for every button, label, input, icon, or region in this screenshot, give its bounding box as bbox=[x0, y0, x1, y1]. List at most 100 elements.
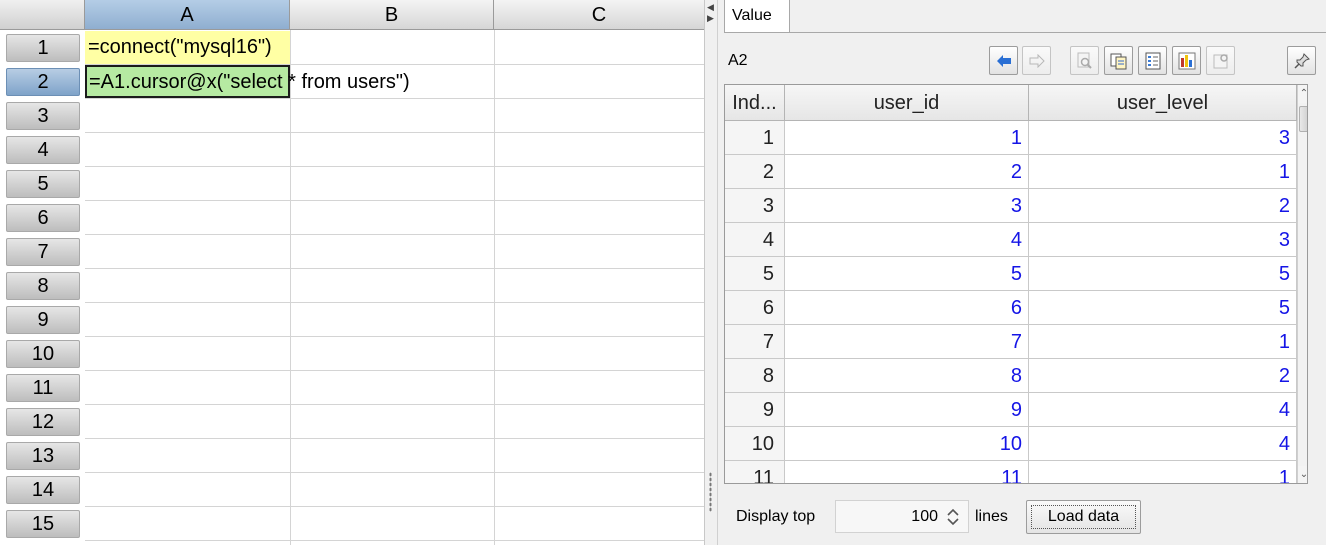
user-level-value[interactable]: 4 bbox=[1029, 427, 1297, 461]
value-panel: Value A2 Ind... user_id user_level 11322… bbox=[718, 0, 1326, 545]
row-number: 10 bbox=[6, 340, 80, 368]
row-header-7[interactable]: 7 bbox=[0, 235, 85, 269]
row-index[interactable]: 1 bbox=[725, 121, 785, 155]
user-level-value[interactable]: 3 bbox=[1029, 223, 1297, 257]
row-number: 14 bbox=[6, 476, 80, 504]
forward-button[interactable] bbox=[1022, 46, 1051, 75]
vertical-scrollbar[interactable]: ⌃ ⌄ bbox=[1297, 85, 1307, 483]
row-header-6[interactable]: 6 bbox=[0, 201, 85, 235]
scroll-down-icon[interactable]: ⌄ bbox=[1298, 466, 1307, 483]
row-header-8[interactable]: 8 bbox=[0, 269, 85, 303]
row-number: 11 bbox=[6, 374, 80, 402]
row-header-9[interactable]: 9 bbox=[0, 303, 85, 337]
collapse-left-icon[interactable]: ◀ bbox=[707, 3, 714, 12]
row-index[interactable]: 3 bbox=[725, 189, 785, 223]
current-cell-name: A2 bbox=[728, 52, 748, 69]
user-level-value[interactable]: 3 bbox=[1029, 121, 1297, 155]
row-gridline bbox=[85, 506, 704, 507]
user-id-value[interactable]: 1 bbox=[785, 121, 1029, 155]
user-id-value[interactable]: 8 bbox=[785, 359, 1029, 393]
row-number: 9 bbox=[6, 306, 80, 334]
row-index[interactable]: 11 bbox=[725, 461, 785, 483]
cell-c1[interactable] bbox=[494, 31, 704, 64]
cell-a2-selected[interactable]: =A1.cursor@x("select * from users") bbox=[85, 65, 410, 98]
spinner-arrows-icon[interactable] bbox=[944, 507, 962, 527]
user-level-value[interactable]: 4 bbox=[1029, 393, 1297, 427]
row-number: 12 bbox=[6, 408, 80, 436]
scroll-thumb[interactable] bbox=[1299, 106, 1307, 132]
bar-chart-icon bbox=[1178, 52, 1195, 69]
settings-icon bbox=[1213, 53, 1228, 68]
display-top-spinner[interactable]: 100 bbox=[835, 500, 969, 533]
row-number: 2 bbox=[6, 68, 80, 96]
row-header-5[interactable]: 5 bbox=[0, 167, 85, 201]
row-header-12[interactable]: 12 bbox=[0, 405, 85, 439]
row-index[interactable]: 9 bbox=[725, 393, 785, 427]
row-gridline bbox=[85, 234, 704, 235]
collapse-right-icon[interactable]: ▶ bbox=[707, 14, 714, 23]
column-header-user-level[interactable]: user_level bbox=[1029, 85, 1297, 121]
user-level-value[interactable]: 1 bbox=[1029, 155, 1297, 189]
cell-b1[interactable] bbox=[290, 31, 494, 64]
row-gridline bbox=[85, 540, 704, 541]
find-button[interactable] bbox=[1070, 46, 1099, 75]
user-level-value[interactable]: 2 bbox=[1029, 189, 1297, 223]
row-header-2[interactable]: 2 bbox=[0, 65, 85, 99]
user-level-value[interactable]: 1 bbox=[1029, 461, 1297, 483]
user-id-value[interactable]: 11 bbox=[785, 461, 1029, 483]
user-id-value[interactable]: 7 bbox=[785, 325, 1029, 359]
row-index[interactable]: 10 bbox=[725, 427, 785, 461]
user-id-value[interactable]: 2 bbox=[785, 155, 1029, 189]
column-header-user-id[interactable]: user_id bbox=[785, 85, 1029, 121]
row-header-10[interactable]: 10 bbox=[0, 337, 85, 371]
select-all-corner[interactable] bbox=[0, 0, 85, 30]
row-index[interactable]: 7 bbox=[725, 325, 785, 359]
user-level-value[interactable]: 5 bbox=[1029, 291, 1297, 325]
row-header-1[interactable]: 1 bbox=[0, 31, 85, 65]
row-index[interactable]: 5 bbox=[725, 257, 785, 291]
cell-a2-formula: =A1.cursor@x("select * from users") bbox=[89, 71, 410, 93]
column-header-b[interactable]: B bbox=[290, 0, 494, 30]
cell-a1[interactable]: =connect("mysql16") bbox=[85, 31, 290, 64]
row-header-13[interactable]: 13 bbox=[0, 439, 85, 473]
panel-splitter[interactable]: ◀ ▶ bbox=[705, 0, 718, 545]
row-number: 15 bbox=[6, 510, 80, 538]
row-header-3[interactable]: 3 bbox=[0, 99, 85, 133]
row-number: 8 bbox=[6, 272, 80, 300]
column-header-c[interactable]: C bbox=[494, 0, 704, 30]
table-view-button[interactable] bbox=[1138, 46, 1167, 75]
properties-button[interactable] bbox=[1206, 46, 1235, 75]
copy-button[interactable] bbox=[1104, 46, 1133, 75]
row-index[interactable]: 6 bbox=[725, 291, 785, 325]
row-index[interactable]: 4 bbox=[725, 223, 785, 257]
scroll-up-icon[interactable]: ⌃ bbox=[1298, 85, 1307, 103]
row-index[interactable]: 8 bbox=[725, 359, 785, 393]
row-header-11[interactable]: 11 bbox=[0, 371, 85, 405]
column-header-a[interactable]: A bbox=[85, 0, 290, 30]
row-gridline bbox=[85, 438, 704, 439]
user-id-value[interactable]: 10 bbox=[785, 427, 1029, 461]
user-id-value[interactable]: 4 bbox=[785, 223, 1029, 257]
spreadsheet-grid[interactable]: A B C 1 2 3 4 5 6 7 8 9 10 11 12 13 14 15 =connect("my… bbox=[0, 0, 705, 545]
drag-handle-icon[interactable] bbox=[709, 472, 712, 512]
user-level-value[interactable]: 2 bbox=[1029, 359, 1297, 393]
row-gridline bbox=[85, 302, 704, 303]
user-id-value[interactable]: 6 bbox=[785, 291, 1029, 325]
user-id-value[interactable]: 3 bbox=[785, 189, 1029, 223]
tab-value[interactable]: Value bbox=[724, 0, 790, 33]
chart-button[interactable] bbox=[1172, 46, 1201, 75]
tab-underline bbox=[790, 32, 1326, 33]
load-data-button[interactable]: Load data bbox=[1026, 500, 1141, 534]
row-header-14[interactable]: 14 bbox=[0, 473, 85, 507]
user-level-value[interactable]: 1 bbox=[1029, 325, 1297, 359]
user-id-value[interactable]: 9 bbox=[785, 393, 1029, 427]
column-header-index[interactable]: Ind... bbox=[725, 85, 785, 121]
row-header-4[interactable]: 4 bbox=[0, 133, 85, 167]
row-header-15[interactable]: 15 bbox=[0, 507, 85, 541]
user-id-value[interactable]: 5 bbox=[785, 257, 1029, 291]
pin-button[interactable] bbox=[1287, 46, 1316, 75]
back-button[interactable] bbox=[989, 46, 1018, 75]
value-table[interactable]: Ind... user_id user_level 11322133244355… bbox=[724, 84, 1308, 484]
row-index[interactable]: 2 bbox=[725, 155, 785, 189]
user-level-value[interactable]: 5 bbox=[1029, 257, 1297, 291]
